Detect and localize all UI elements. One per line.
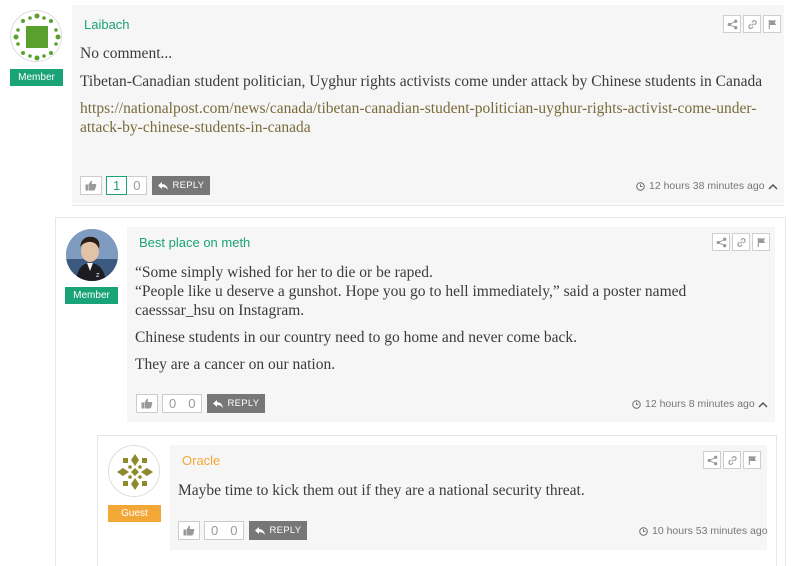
link-icon — [727, 455, 737, 465]
comment-paragraph: Maybe time to kick them out if they are … — [178, 482, 585, 499]
share-icon — [707, 455, 717, 465]
vote-counter: 0 0 — [204, 521, 245, 540]
upvote-count[interactable]: 0 — [205, 523, 224, 538]
identicon-avatar-icon — [110, 447, 159, 496]
reply-button[interactable]: REPLY — [249, 521, 308, 540]
permalink-button[interactable] — [723, 451, 741, 469]
reply-arrow-icon — [255, 526, 266, 535]
comment-tools — [703, 451, 761, 469]
clock-icon — [639, 526, 648, 536]
timestamp-text: 10 hours 53 minutes ago — [652, 525, 768, 537]
comment-body: Maybe time to kick them out if they are … — [178, 481, 738, 500]
like-button[interactable] — [178, 521, 200, 540]
flag-button[interactable] — [743, 451, 761, 469]
flag-icon — [748, 455, 756, 465]
avatar[interactable] — [108, 445, 160, 497]
role-badge: Guest — [108, 505, 161, 522]
comment-timestamp[interactable]: 10 hours 53 minutes ago — [639, 525, 768, 537]
share-button[interactable] — [703, 451, 721, 469]
author-name[interactable]: Oracle — [182, 453, 220, 468]
downvote-count[interactable]: 0 — [224, 523, 243, 538]
thumbs-up-icon — [183, 525, 195, 536]
comment-actions: 0 0 REPLY — [178, 521, 308, 540]
comment-oracle: Guest Oracle Maybe time to kick them out… — [0, 0, 800, 566]
reply-label: REPLY — [269, 525, 302, 536]
